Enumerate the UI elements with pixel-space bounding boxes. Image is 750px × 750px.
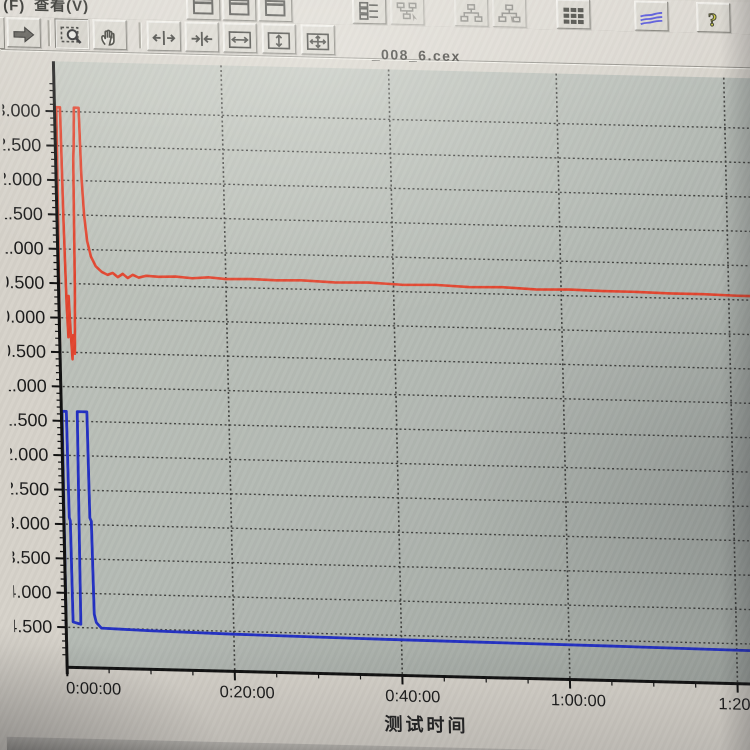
y-tick-label: 1.000 bbox=[0, 237, 44, 258]
y-tick-label: -1.500 bbox=[0, 409, 48, 430]
x-tick-label: 0:20:00 bbox=[219, 683, 274, 702]
y-tick-label: 1.500 bbox=[0, 203, 43, 224]
y-tick-label: -0.500 bbox=[0, 340, 46, 361]
screen: (F) 查看(V) ? _008_6.cex 3.000 2.500 2.000 1.… bbox=[0, 0, 750, 750]
y-tick-label: 0.500 bbox=[0, 272, 45, 293]
y-tick-label: 2.000 bbox=[0, 169, 42, 190]
x-tick-label: 1:20:00 bbox=[718, 695, 750, 714]
y-tick-label: -3.000 bbox=[0, 512, 50, 533]
y-tick-label: 3.000 bbox=[0, 100, 41, 121]
x-tick-label: 0:00:00 bbox=[66, 679, 121, 698]
x-tick-label: 0:40:00 bbox=[385, 687, 440, 706]
y-tick-label: -3.500 bbox=[0, 547, 51, 568]
y-tick-label: 2.500 bbox=[0, 134, 42, 155]
plot-background[interactable] bbox=[53, 61, 750, 685]
y-tick-label: 0.000 bbox=[0, 306, 45, 327]
app-window: (F) 查看(V) ? _008_6.cex 3.000 2.500 2.000 1.… bbox=[0, 0, 750, 750]
y-tick-label: -2.000 bbox=[0, 444, 49, 465]
y-tick-label: -4.500 bbox=[1, 616, 53, 637]
y-tick-label: -1.000 bbox=[0, 375, 47, 396]
x-tick-label: 1:00:00 bbox=[551, 691, 606, 710]
y-tick-label: -4.000 bbox=[0, 581, 52, 602]
plot-area[interactable]: 3.000 2.500 2.000 1.500 1.000 0.500 0.000 -0.50… bbox=[0, 0, 750, 750]
y-tick-label: -2.500 bbox=[0, 478, 49, 499]
y-axis-labels: 3.000 2.500 2.000 1.500 1.000 0.500 0.000 -0.50… bbox=[0, 100, 52, 637]
